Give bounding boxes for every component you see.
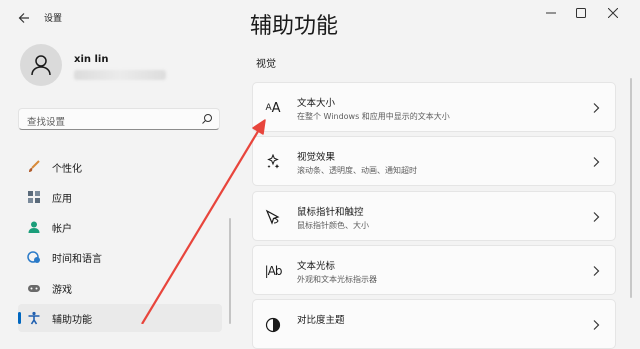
card-title: 文本大小 (297, 98, 336, 109)
setting-card-text-cursor[interactable]: |Ab 文本光标 外观和文本光标指示器 (252, 245, 616, 295)
text-cursor-icon: |Ab (264, 264, 283, 278)
user-icon (31, 55, 51, 76)
globe-clock-icon (26, 249, 42, 265)
search-icon (202, 114, 212, 124)
chevron-right-icon (593, 103, 600, 113)
sidebar-item-label: 游戏 (52, 284, 72, 296)
user-email-blurred (74, 70, 166, 80)
page-title: 辅助功能 (250, 14, 339, 39)
content-scrollbar[interactable] (630, 78, 632, 298)
sidebar-scrollbar[interactable] (229, 218, 231, 324)
section-title: 视觉 (256, 59, 276, 70)
card-title: 文本光标 (297, 261, 336, 272)
sidebar-item-personalization[interactable]: 个性化 (18, 153, 222, 181)
chevron-right-icon (593, 212, 600, 222)
card-description: 滚动条、透明度、动画、通知超时 (297, 166, 417, 175)
sidebar-item-gaming[interactable]: 游戏 (18, 274, 222, 302)
chevron-right-icon (593, 266, 600, 276)
card-title: 视觉效果 (297, 152, 336, 163)
app-title: 设置 (44, 14, 63, 24)
gamepad-icon (26, 280, 42, 296)
avatar[interactable] (20, 44, 62, 86)
chevron-right-icon (593, 320, 600, 330)
setting-card-mouse-pointer[interactable]: 鼠标指针和触控 鼠标指针颜色、大小 (252, 191, 616, 241)
card-title: 鼠标指针和触控 (297, 207, 364, 218)
search-placeholder: 查找设置 (27, 117, 66, 128)
maximize-button[interactable] (568, 4, 594, 22)
minimize-icon (546, 12, 556, 14)
search-input[interactable]: 查找设置 (18, 108, 220, 130)
apps-icon (26, 189, 42, 205)
brush-icon (26, 159, 42, 175)
user-name: xin lin (74, 54, 109, 65)
sidebar-item-label: 辅助功能 (52, 314, 92, 326)
sidebar-item-label: 应用 (52, 193, 72, 205)
sidebar-item-label: 时间和语言 (52, 253, 102, 265)
mouse-pointer-icon (263, 207, 283, 227)
visual-effects-icon (263, 152, 283, 172)
sidebar-item-apps[interactable]: 应用 (18, 183, 222, 211)
close-button[interactable] (600, 4, 626, 22)
account-icon (26, 219, 42, 235)
setting-card-contrast-themes[interactable]: 对比度主题 (252, 299, 616, 349)
sidebar-item-accounts[interactable]: 帐户 (18, 213, 222, 241)
contrast-icon (263, 315, 283, 335)
setting-card-text-size[interactable]: AA 文本大小 在整个 Windows 和应用中显示的文本大小 (252, 82, 616, 132)
card-description: 在整个 Windows 和应用中显示的文本大小 (297, 112, 450, 121)
back-arrow-icon (18, 13, 29, 23)
sidebar-item-label: 个性化 (52, 163, 82, 175)
close-icon (608, 8, 618, 18)
sidebar-item-accessibility[interactable]: 辅助功能 (18, 304, 222, 332)
minimize-button[interactable] (538, 4, 564, 22)
card-description: 鼠标指针颜色、大小 (297, 221, 369, 230)
setting-card-visual-effects[interactable]: 视觉效果 滚动条、透明度、动画、通知超时 (252, 136, 616, 186)
selection-indicator (18, 312, 21, 324)
card-description: 外观和文本光标指示器 (297, 275, 377, 284)
maximize-icon (576, 8, 586, 18)
sidebar-item-label: 帐户 (52, 223, 72, 235)
chevron-right-icon (593, 157, 600, 167)
back-button[interactable] (14, 8, 34, 28)
sidebar-item-time-language[interactable]: 时间和语言 (18, 243, 222, 271)
text-size-icon: AA (265, 100, 281, 116)
